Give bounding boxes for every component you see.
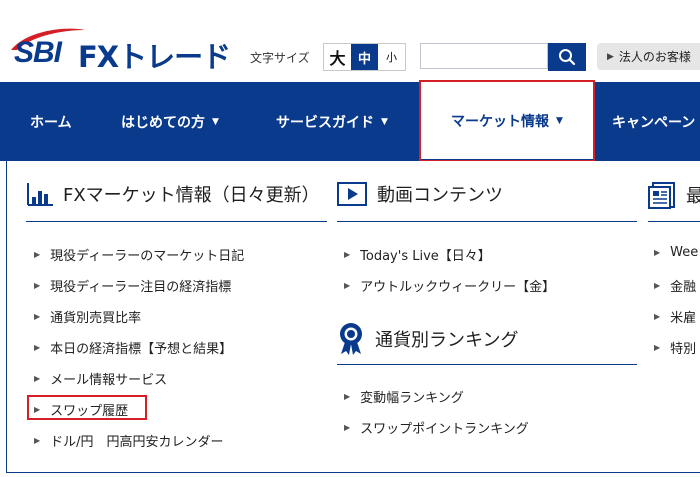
menu-item-special[interactable]: ▶ 特別 xyxy=(654,338,696,357)
font-size-large-button[interactable]: 大 xyxy=(324,44,351,70)
menu-item-label: 現役ディーラーのマーケット日記 xyxy=(50,249,245,264)
section-title-fx-market: FXマーケット情報（日々更新） xyxy=(63,185,320,206)
menu-item-label: メール情報サービス xyxy=(50,373,168,388)
menu-item-label: 特別 xyxy=(670,342,697,357)
triangle-right-icon: ▶ xyxy=(34,374,41,383)
triangle-right-icon: ▶ xyxy=(654,248,661,257)
section-divider xyxy=(337,221,637,222)
menu-item-todays-live[interactable]: ▶ Today's Live【日々】 xyxy=(344,245,491,264)
menu-item-label: 通貨別売買比率 xyxy=(50,311,142,326)
menu-item-label: 本日の経済指標【予想と結果】 xyxy=(50,342,233,357)
triangle-right-icon: ▶ xyxy=(654,312,661,321)
nav-campaign-label: キャンペーン xyxy=(612,114,696,131)
menu-item-label: ドル/円 円高円安カレンダー xyxy=(50,435,224,450)
nav-service-guide-label: サービスガイド xyxy=(276,114,374,131)
highlight-box-swap-history xyxy=(27,395,147,420)
menu-item-label: 金融 xyxy=(670,280,697,295)
corporate-customer-label: 法人のお客様 xyxy=(618,50,691,64)
nav-campaign[interactable]: キャンペーン xyxy=(612,82,695,161)
logo-sbi-text: SBI xyxy=(14,36,62,69)
triangle-right-icon: ▶ xyxy=(34,250,41,259)
caret-down-icon: ▼ xyxy=(212,116,219,127)
medal-icon xyxy=(340,323,362,355)
section-divider xyxy=(26,221,327,222)
menu-item-weekly[interactable]: ▶ Wee xyxy=(654,245,698,260)
section-title-latest: 最 xyxy=(686,186,700,207)
menu-item-finance[interactable]: ▶ 金融 xyxy=(654,276,696,295)
menu-item-dealer-diary[interactable]: ▶ 現役ディーラーのマーケット日記 xyxy=(34,245,244,264)
menu-item-label: アウトルックウィークリー【金】 xyxy=(360,280,556,295)
triangle-right-icon: ▶ xyxy=(34,343,41,352)
global-nav: ホーム はじめての方 ▼ サービスガイド ▼ マーケット情報 ▼ キャンペーン xyxy=(0,82,700,161)
corporate-customer-button[interactable]: ▶ 法人のお客様 xyxy=(597,43,700,70)
menu-item-outlook-weekly[interactable]: ▶ アウトルックウィークリー【金】 xyxy=(344,276,555,295)
search-input[interactable] xyxy=(420,43,548,69)
menu-item-mail-service[interactable]: ▶ メール情報サービス xyxy=(34,369,167,388)
font-size-small-button[interactable]: 小 xyxy=(378,44,405,70)
menu-item-volatility-ranking[interactable]: ▶ 変動幅ランキング xyxy=(344,387,464,406)
triangle-right-icon: ▶ xyxy=(34,312,41,321)
section-heading-fx-market: FXマーケット情報（日々更新） xyxy=(26,181,320,207)
report-icon xyxy=(648,182,675,209)
menu-item-economic-indicators[interactable]: ▶ 本日の経済指標【予想と結果】 xyxy=(34,338,232,357)
section-divider xyxy=(337,364,637,365)
menu-item-us-employment[interactable]: ▶ 米雇 xyxy=(654,307,696,326)
play-icon xyxy=(337,182,367,206)
nav-home-label: ホーム xyxy=(30,114,72,131)
menu-item-label: Today's Live【日々】 xyxy=(360,249,491,264)
section-heading-ranking: 通貨別ランキング xyxy=(337,322,518,356)
caret-down-icon: ▼ xyxy=(381,116,388,127)
search-icon xyxy=(559,49,576,66)
nav-beginners-label: はじめての方 xyxy=(121,114,205,131)
triangle-right-icon: ▶ xyxy=(607,51,614,62)
nav-home[interactable]: ホーム xyxy=(30,82,72,161)
triangle-right-icon: ▶ xyxy=(34,281,41,290)
menu-item-trade-ratio[interactable]: ▶ 通貨別売買比率 xyxy=(34,307,141,326)
section-divider xyxy=(648,221,700,222)
chart-icon xyxy=(27,183,53,206)
font-size-label: 文字サイズ xyxy=(250,51,310,65)
font-size-medium-button[interactable]: 中 xyxy=(351,44,378,70)
menu-item-dealer-indicators[interactable]: ▶ 現役ディーラー注目の経済指標 xyxy=(34,276,231,295)
menu-item-swap-point-ranking[interactable]: ▶ スワップポイントランキング xyxy=(344,418,529,437)
triangle-right-icon: ▶ xyxy=(344,392,351,401)
font-size-switcher: 大 中 小 xyxy=(323,43,406,71)
menu-item-label: 米雇 xyxy=(670,311,697,326)
section-heading-video: 動画コンテンツ xyxy=(337,181,503,207)
menu-item-label: Wee xyxy=(670,245,699,260)
menu-item-label: 現役ディーラー注目の経済指標 xyxy=(50,280,232,295)
section-title-ranking: 通貨別ランキング xyxy=(375,330,519,351)
nav-service-guide[interactable]: サービスガイド ▼ xyxy=(276,82,388,161)
menu-item-label: スワップポイントランキング xyxy=(360,422,529,437)
triangle-right-icon: ▶ xyxy=(34,436,41,445)
nav-beginners[interactable]: はじめての方 ▼ xyxy=(121,82,219,161)
triangle-right-icon: ▶ xyxy=(344,250,351,259)
logo-fx-text: FXトレード xyxy=(78,40,231,74)
triangle-right-icon: ▶ xyxy=(344,281,351,290)
triangle-right-icon: ▶ xyxy=(654,343,661,352)
menu-item-label: 変動幅ランキング xyxy=(360,391,464,406)
section-title-video: 動画コンテンツ xyxy=(377,185,503,206)
triangle-right-icon: ▶ xyxy=(344,423,351,432)
menu-item-usd-jpy-calendar[interactable]: ▶ ドル/円 円高円安カレンダー xyxy=(34,431,224,450)
search-button[interactable] xyxy=(548,43,586,71)
triangle-right-icon: ▶ xyxy=(654,281,661,290)
highlight-box-market-info xyxy=(419,80,595,162)
section-heading-latest: 最 xyxy=(648,181,700,209)
